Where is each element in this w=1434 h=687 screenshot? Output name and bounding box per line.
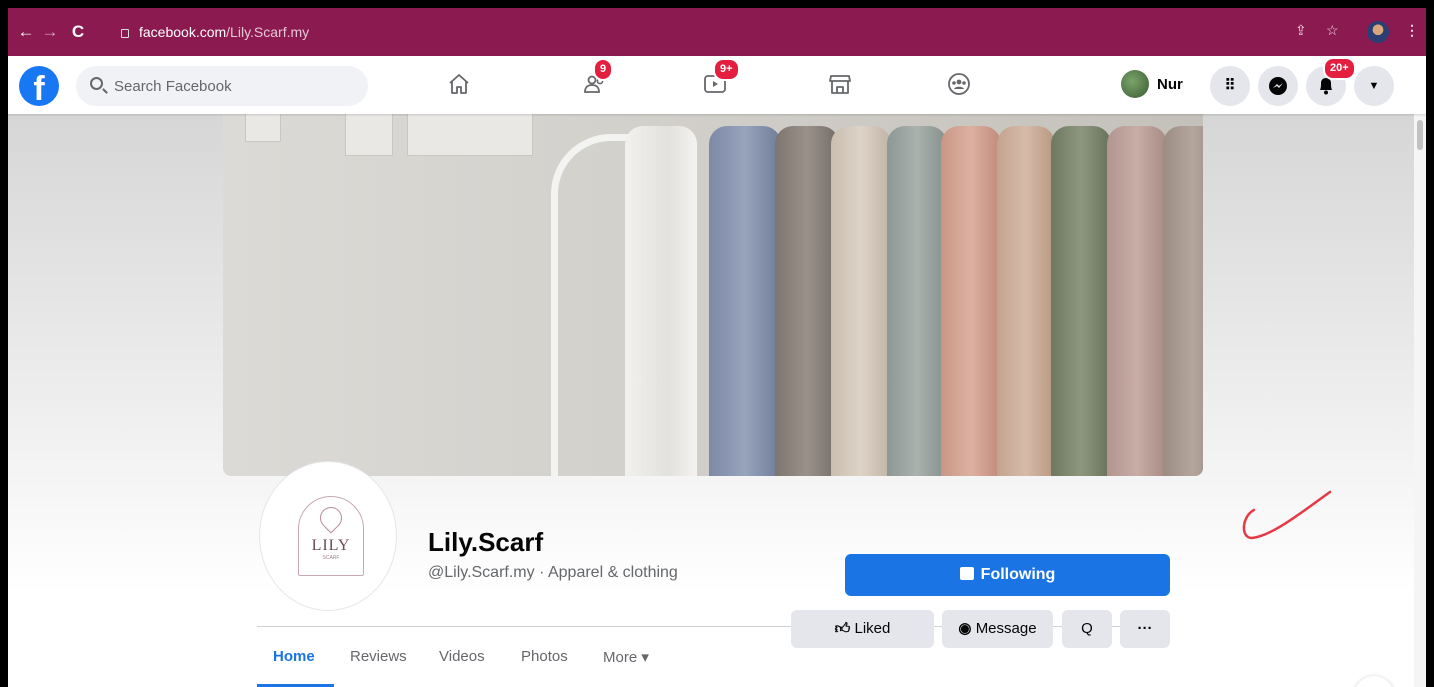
notifications-badge: 20+	[1323, 57, 1356, 80]
messenger-icon	[1269, 77, 1287, 95]
flower-icon	[315, 502, 347, 534]
search-box[interactable]	[76, 66, 368, 106]
page-profile-picture[interactable]: LILY SCARF	[260, 462, 396, 610]
nav-friends[interactable]: 9	[571, 58, 619, 104]
scarf-blue	[709, 126, 781, 476]
url-host: facebook.com	[139, 24, 227, 40]
share-icon[interactable]: ⇪	[1295, 22, 1307, 39]
message-label: Message	[975, 620, 1037, 637]
scarf-beige	[831, 126, 891, 476]
watch-badge: 9+	[713, 58, 740, 81]
tab-home[interactable]: Home	[273, 648, 315, 665]
browser-menu-icon[interactable]: ⋮	[1405, 22, 1419, 39]
more-options-button[interactable]: ···	[1120, 610, 1170, 648]
nav-groups[interactable]	[935, 68, 983, 104]
scarf-olive	[1051, 126, 1111, 476]
ellipsis-icon: ···	[1137, 620, 1153, 637]
floating-action-button[interactable]	[1354, 676, 1394, 687]
menu-grid-icon: ⠿	[1224, 77, 1236, 94]
scarf-grey	[887, 126, 947, 476]
subtitle-separator: ·	[534, 564, 548, 581]
bookmark-star-icon[interactable]: ☆	[1326, 22, 1339, 39]
nav-home[interactable]	[435, 68, 483, 104]
nav-marketplace[interactable]	[816, 68, 864, 104]
page-handle: @Lily.Scarf.my	[428, 564, 535, 581]
page-search-button[interactable]: Q	[1062, 610, 1112, 648]
scarf-taupe	[775, 126, 839, 476]
marketplace-icon	[829, 75, 851, 94]
scarf-white	[625, 126, 697, 476]
tab-videos[interactable]: Videos	[439, 648, 485, 665]
cover-photo[interactable]	[223, 114, 1203, 476]
following-button[interactable]: Following	[845, 554, 1170, 596]
search-input[interactable]	[114, 66, 354, 106]
page-category[interactable]: Apparel & clothing	[548, 564, 678, 581]
tab-more[interactable]: More ▾	[603, 648, 649, 666]
browser-profile-avatar[interactable]	[1367, 21, 1389, 43]
tab-photos[interactable]: Photos	[521, 648, 568, 665]
menu-button[interactable]: ⠿	[1210, 66, 1250, 106]
search-icon	[90, 77, 103, 90]
scrollbar-thumb[interactable]	[1417, 120, 1423, 150]
address-bar[interactable]: facebook.com/Lily.Scarf.my	[121, 24, 309, 42]
user-name: Nur	[1157, 76, 1183, 93]
account-button[interactable]: ▼	[1354, 66, 1394, 106]
lock-icon	[121, 29, 129, 38]
home-icon	[449, 74, 469, 94]
url-path: /Lily.Scarf.my	[226, 24, 310, 40]
wall-socket	[245, 114, 281, 142]
scarf-mocha	[1163, 126, 1203, 476]
friends-badge: 9	[593, 58, 614, 81]
facebook-logo-icon[interactable]: f	[19, 66, 59, 106]
scarf-dusty-pink	[1107, 126, 1167, 476]
page-title: Lily.Scarf	[428, 527, 544, 557]
page-subtitle: @Lily.Scarf.my · Apparel & clothing	[428, 564, 678, 582]
red-checkmark-annotation	[1242, 490, 1332, 540]
scarf-peach	[941, 126, 1001, 476]
screen: ← → C facebook.com/Lily.Scarf.my ⇪ ☆ ⋮ f…	[8, 8, 1426, 687]
browser-toolbar: ← → C facebook.com/Lily.Scarf.my ⇪ ☆ ⋮	[8, 8, 1426, 56]
back-icon[interactable]: ←	[14, 20, 38, 44]
logo-subtext: SCARF	[322, 555, 340, 561]
following-check-icon	[959, 567, 974, 580]
search-small-icon: Q	[1081, 620, 1093, 637]
caret-down-icon: ▼	[1368, 80, 1380, 92]
reload-icon[interactable]: C	[66, 20, 90, 44]
wall-switch	[345, 114, 393, 156]
following-label: Following	[980, 566, 1056, 583]
notifications-button[interactable]: 20+	[1306, 57, 1356, 106]
groups-icon	[948, 73, 970, 95]
facebook-header: f 9 9+ Nur ⠿ 20	[8, 56, 1426, 114]
logo-word: LILY	[311, 537, 351, 554]
message-button[interactable]: ◉ Message	[942, 610, 1053, 648]
lily-logo: LILY SCARF	[298, 496, 364, 576]
liked-button[interactable]: 👍︎ Liked	[791, 610, 934, 648]
thumbs-up-icon: 👍︎	[834, 620, 855, 637]
avatar	[1121, 70, 1149, 98]
wall-switch	[407, 114, 533, 156]
messenger-button[interactable]	[1258, 66, 1298, 106]
messenger-small-icon: ◉	[958, 620, 976, 637]
tab-reviews[interactable]: Reviews	[350, 648, 407, 665]
scarf-nude	[997, 126, 1055, 476]
liked-label: Liked	[854, 620, 891, 637]
nav-watch[interactable]: 9+	[691, 58, 740, 104]
forward-icon[interactable]: →	[38, 20, 62, 44]
scrollbar[interactable]	[1414, 114, 1426, 687]
